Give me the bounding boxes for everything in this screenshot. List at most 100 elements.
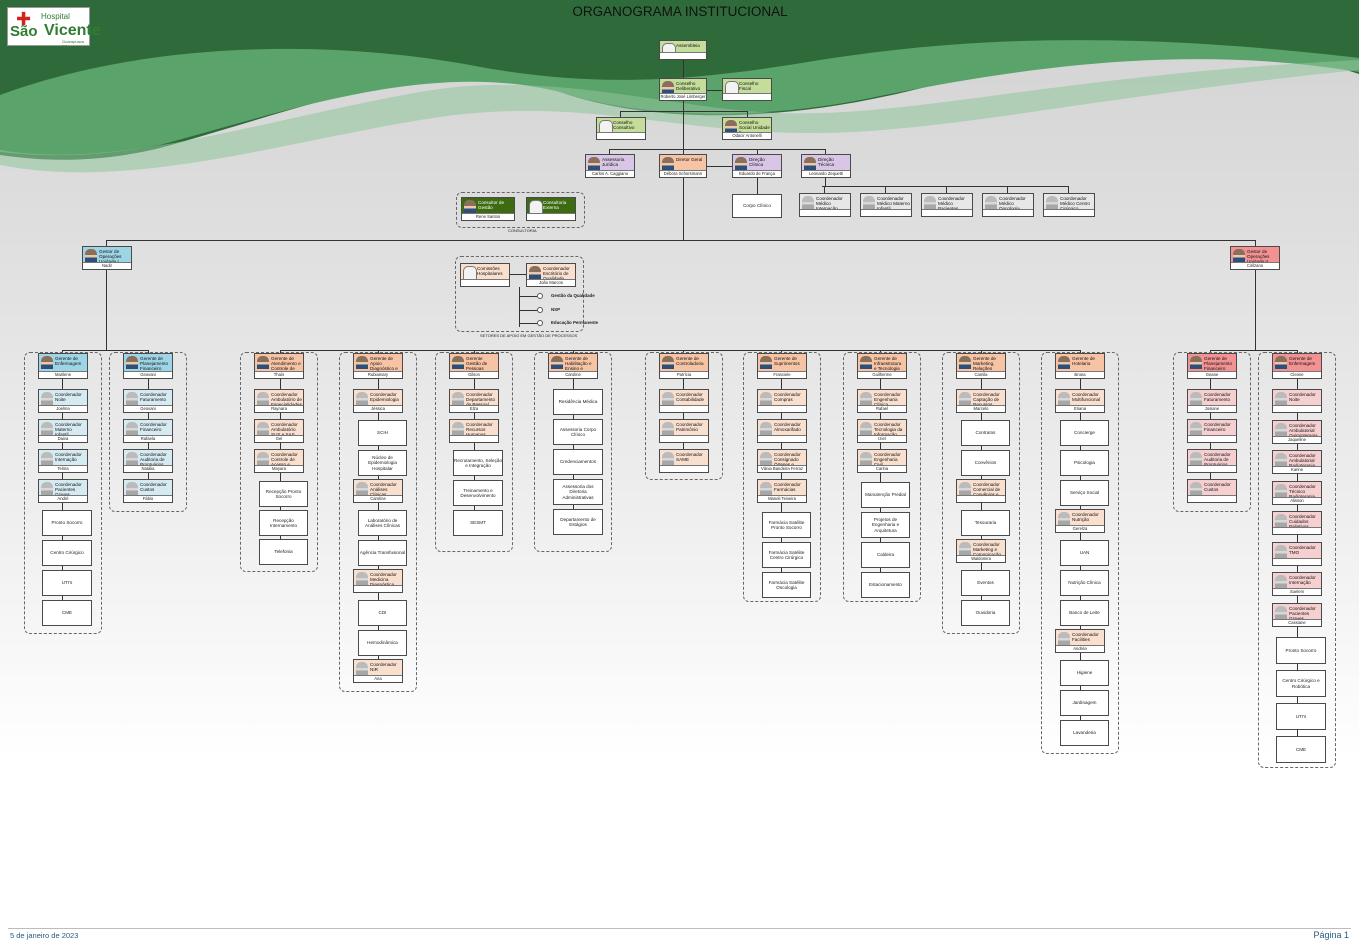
person-avatar: [257, 422, 269, 435]
node-g-enf1: Gerente de Enfermagem Marilene: [38, 353, 88, 379]
connector-line: [106, 270, 107, 350]
coordinator-node: Coordenador Ambulatório de Especialidade…: [254, 389, 304, 413]
sector-box: Pronto Socorro: [1276, 637, 1326, 664]
person-avatar: [126, 422, 138, 435]
node-person-name: Geovani: [124, 405, 172, 412]
sector-box: SCIH: [358, 420, 407, 446]
node-g-cont: Gerente de Controladoria Patrícia: [659, 353, 709, 379]
node-label: Coordenador Farmácias: [774, 482, 801, 493]
node-person-name: Rubiamary: [354, 371, 402, 378]
node-label: Coordenador NIR: [370, 662, 397, 673]
coordinator-node: Coordenador Auditoria de Prontuários: [1187, 449, 1237, 473]
node-person-name: Patrícia: [660, 371, 708, 378]
person-avatar: [959, 392, 971, 405]
person-avatar: [959, 356, 971, 369]
node-person-name: Leonardo Zequetti Louzeiro: [802, 170, 850, 177]
person-avatar: [1275, 514, 1287, 527]
node-label: Gerente de Enfermagem: [1289, 356, 1316, 367]
node-person-name: Eduardo de França Borges: [733, 170, 781, 177]
person-avatar: [452, 422, 464, 435]
node-direcao-clinica: Direção Clínica Eduardo de França Borges: [732, 154, 782, 178]
node-person-name: [1188, 495, 1236, 502]
coordinator-node: Coordenador Auditoria de ProntuáriosNatá…: [123, 449, 173, 473]
person-avatar: [1233, 249, 1245, 262]
node-person-name: Waldomira: [957, 555, 1005, 562]
node-gestor-op1: Gestor de Operações Unidade INadir: [82, 246, 132, 270]
person-avatar: [529, 266, 541, 279]
node-direcao-tecnica: Direção Técnica Leonardo Zequetti Louzeir…: [801, 154, 851, 178]
coordinator-node: Coordenador Facilities Andréa: [1055, 629, 1105, 653]
node-person-name: Carlos A. Caggiano: [586, 170, 634, 177]
node-person-name: Gilson: [450, 371, 498, 378]
node-person-name: Andréa: [1056, 645, 1104, 652]
node-person-name: Geovani: [124, 371, 172, 378]
person-avatar: [662, 157, 674, 170]
sector-box: Concierge: [1060, 420, 1109, 446]
person-avatar: [860, 422, 872, 435]
person-avatar: [760, 422, 772, 435]
sector-box: Treinamento e Desenvolvimento: [453, 480, 503, 506]
person-avatar: [1275, 605, 1287, 619]
node-person-name: Rene Santos: [462, 213, 514, 220]
node-person-name: Rafaela: [124, 435, 172, 442]
person-avatar: [356, 356, 368, 369]
coordinator-node: Coordenador Noite: [1272, 389, 1322, 413]
coordinator-node: Coordenador Compras: [757, 389, 807, 413]
sector-box: Contratos: [961, 420, 1010, 446]
node-person-name: Ana: [354, 675, 402, 682]
coordinator-node: Coordenador SAME: [659, 449, 709, 473]
node-person-name: [983, 209, 1033, 216]
person-avatar: [1275, 575, 1287, 588]
node-cons-fiscal: Conselho Fiscal: [722, 78, 772, 101]
coordinator-node: Coordenador Comercial de Convênios e Neg…: [956, 479, 1006, 503]
person-avatar: [257, 392, 269, 405]
person-avatar: [452, 392, 464, 405]
coordinator-node: Coordenador Departamento de PessoalElza: [449, 389, 499, 413]
person-avatar: [760, 482, 772, 495]
sector-box: Estacionamento: [861, 572, 910, 598]
connector-line: [1255, 270, 1256, 350]
node-consultor: Consultor de Gestão Rene Santos: [461, 197, 515, 221]
node-person-name: Iziel: [858, 435, 906, 442]
node-person-name: [1044, 209, 1094, 216]
node-assembleia: Assembleia: [659, 40, 707, 60]
node-person-name: Suelem: [1273, 588, 1321, 595]
sector-box: Agência Transfusional: [358, 540, 407, 566]
node-person-name: [597, 132, 645, 139]
coordinator-node: Coordenador Internação Suelem: [1272, 572, 1322, 596]
coordinator-node: Coordenador Materno InfantilDaiva: [38, 419, 88, 443]
person-avatar: [924, 196, 936, 209]
person-avatar: [588, 157, 600, 170]
node-label: Coordenador Almoxarifado: [774, 422, 801, 433]
sector-box: UAN: [1060, 540, 1109, 566]
sector-box: Caldeira: [861, 542, 910, 568]
node-person-name: Cleone: [1273, 371, 1321, 378]
node-label: Coordenador Financeiro: [1204, 422, 1231, 433]
node-person-name: Gel: [255, 435, 303, 442]
node-person-name: Josiane: [1188, 405, 1236, 412]
node-person-name: Guilherme: [858, 371, 906, 378]
node-person-name: Caroline: [354, 495, 402, 502]
node-label: Coordenador Faturamento: [1204, 392, 1231, 403]
node-g-enf2: Gerente de Enfermagem Cleone: [1272, 353, 1322, 379]
node-person-name: João Marcos: [527, 279, 575, 286]
coordinator-node: Coordenador Técnico RadioterapiaAlisson: [1272, 480, 1322, 505]
node-person-name: Camila: [957, 371, 1005, 378]
connector-line: [885, 186, 886, 193]
node-label: Coordenador Financeiro: [140, 422, 167, 433]
coordinator-node: Coordenador Engenharia ClínicaRafael: [857, 389, 907, 413]
person-avatar: [863, 196, 875, 209]
person-avatar: [662, 392, 674, 405]
person-avatar: [662, 356, 674, 369]
coordinator-node: Coordenador Custos Fábio: [123, 479, 173, 503]
person-avatar: [760, 452, 772, 465]
person-avatar: [1275, 356, 1287, 369]
person-avatar: [1190, 482, 1202, 495]
node-person-name: Karine: [1273, 466, 1321, 473]
node-coord-med-mat: Coordenador Médico Materno Infantil: [860, 193, 912, 217]
person-avatar: [860, 452, 872, 465]
node-person-name: [1273, 527, 1321, 534]
coordinator-node: Coordenador Marketing e ComunicaçãoWaldo…: [956, 539, 1006, 563]
connector-line: [620, 111, 747, 112]
sector-box: Telefonia: [259, 539, 308, 565]
